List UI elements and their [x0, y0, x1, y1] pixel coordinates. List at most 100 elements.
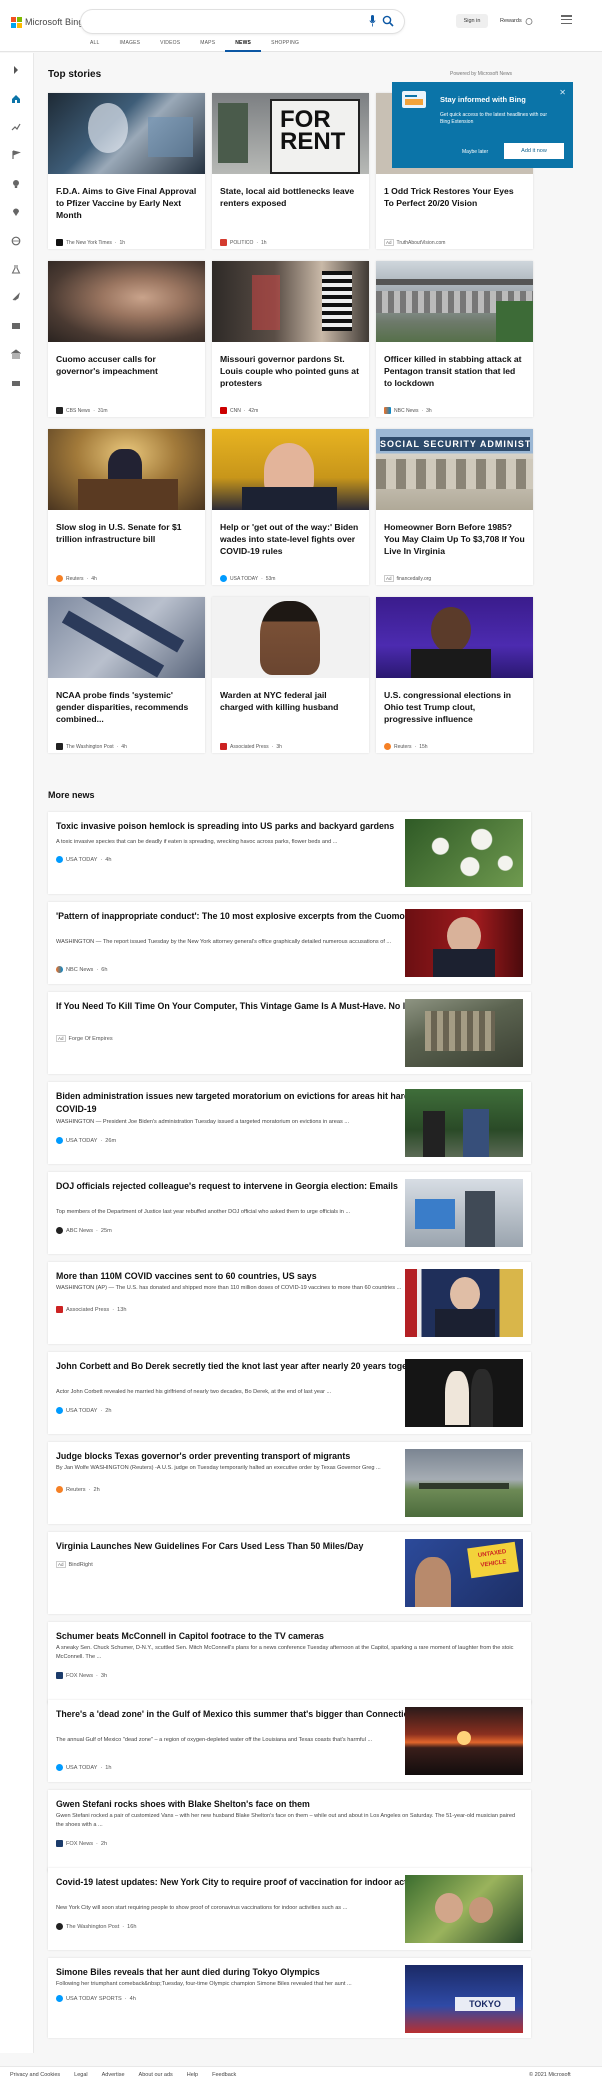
news-image	[405, 1089, 523, 1157]
footer-link-legal[interactable]: Legal	[74, 2072, 87, 2078]
news-item[interactable]: There's a 'dead zone' in the Gulf of Mex…	[48, 1700, 531, 1782]
story-card[interactable]: Slow slog in U.S. Senate for $1 trillion…	[48, 429, 205, 585]
story-source: Ad financedaily.org	[384, 575, 431, 582]
science-icon[interactable]	[11, 264, 21, 274]
story-image	[212, 429, 369, 510]
money-icon[interactable]	[11, 378, 21, 388]
news-item[interactable]: DOJ officials rejected colleague's reque…	[48, 1172, 531, 1254]
story-card[interactable]: Officer killed in stabbing attack at Pen…	[376, 261, 533, 417]
story-time: 15h	[419, 743, 428, 750]
tab-shopping[interactable]: SHOPPING	[261, 40, 309, 52]
news-item[interactable]: Covid-19 latest updates: New York City t…	[48, 1868, 531, 1950]
rewards-medal-icon	[525, 18, 533, 25]
popup-title: Stay informed with Bing	[440, 95, 526, 104]
tab-videos[interactable]: VIDEOS	[150, 40, 190, 52]
source-name: Reuters	[66, 575, 84, 582]
home-icon[interactable]	[11, 94, 21, 104]
news-item[interactable]: Gwen Stefani rocks shoes with Blake Shel…	[48, 1790, 531, 1872]
maybe-later-button[interactable]: Maybe later	[462, 149, 488, 155]
close-icon[interactable]: ✕	[559, 88, 566, 97]
news-item[interactable]: Simone Biles reveals that her aunt died …	[48, 1958, 531, 2038]
news-image	[405, 1449, 523, 1517]
search-input[interactable]	[81, 10, 404, 33]
tab-maps[interactable]: MAPS	[190, 40, 225, 52]
tab-all[interactable]: ALL	[80, 40, 110, 52]
news-item[interactable]: Virginia Launches New Guidelines For Car…	[48, 1532, 531, 1614]
business-icon[interactable]	[11, 349, 21, 359]
story-card[interactable]: SOCIAL SECURITY ADMINISTRATION Homeowner…	[376, 429, 533, 585]
rewards-button[interactable]: Rewards	[500, 14, 533, 28]
story-time: 53m	[265, 575, 276, 582]
news-item[interactable]: Toxic invasive poison hemlock is spreadi…	[48, 812, 531, 894]
trending-icon[interactable]	[11, 122, 21, 132]
flag-icon[interactable]	[11, 150, 21, 160]
news-snippet: WASHINGTON (AP) — The U.S. has donated a…	[56, 1285, 402, 1291]
news-title: Gwen Stefani rocks shoes with Blake Shel…	[56, 1799, 310, 1809]
story-title: F.D.A. Aims to Give Final Approval to Pf…	[56, 186, 197, 220]
footer-link-help[interactable]: Help	[187, 2072, 198, 2078]
source-name: ABC News	[66, 1227, 94, 1234]
microsoft-logo-icon	[11, 16, 22, 28]
story-card[interactable]: Cuomo accuser calls for governor's impea…	[48, 261, 205, 417]
story-card[interactable]: Help or 'get out of the way:' Biden wade…	[212, 429, 369, 585]
news-item[interactable]: Biden administration issues new targeted…	[48, 1082, 531, 1164]
globe-icon[interactable]	[11, 236, 21, 246]
story-title: Officer killed in stabbing attack at Pen…	[384, 354, 522, 388]
location-pin-icon[interactable]	[11, 207, 21, 217]
news-item[interactable]: Judge blocks Texas governor's order prev…	[48, 1442, 531, 1524]
news-source: USA TODAY · 2h	[56, 1407, 112, 1414]
source-name: FOX News	[66, 1672, 94, 1679]
expand-arrow-icon[interactable]	[11, 65, 21, 75]
copyright: © 2021 Microsoft	[529, 2072, 571, 2078]
story-card[interactable]: F.D.A. Aims to Give Final Approval to Pf…	[48, 93, 205, 249]
category-rail	[0, 53, 34, 2053]
microphone-icon[interactable]	[369, 15, 376, 27]
news-item[interactable]: John Corbett and Bo Derek secretly tied …	[48, 1352, 531, 1434]
news-source: The Washington Post · 16h	[56, 1923, 137, 1930]
footer-link-feedback[interactable]: Feedback	[212, 2072, 236, 2078]
news-title: If You Need To Kill Time On Your Compute…	[56, 1001, 431, 1011]
news-time: 1h	[105, 1764, 112, 1771]
news-title: Toxic invasive poison hemlock is spreadi…	[56, 821, 395, 831]
news-title: Biden administration issues new targeted…	[56, 1091, 435, 1114]
news-source: Reuters · 2h	[56, 1486, 100, 1493]
story-card[interactable]: NCAA probe finds 'systemic' gender dispa…	[48, 597, 205, 753]
bing-logo[interactable]: Microsoft Bing	[11, 15, 83, 29]
lightbulb-icon[interactable]	[11, 179, 21, 189]
footer-link-about-ads[interactable]: About our ads	[139, 2072, 173, 2078]
news-title: 'Pattern of inappropriate conduct': The …	[56, 911, 433, 921]
source-name: USA TODAY	[66, 856, 98, 863]
publisher-icon	[56, 239, 63, 246]
news-source: Ad BindRight	[56, 1561, 93, 1568]
story-image	[48, 597, 205, 678]
publisher-icon	[56, 1995, 63, 2002]
footer-link-privacy[interactable]: Privacy and Cookies	[10, 2072, 60, 2078]
search-icon[interactable]	[382, 15, 394, 27]
rocket-icon[interactable]	[11, 292, 21, 302]
news-item[interactable]: If You Need To Kill Time On Your Compute…	[48, 992, 531, 1074]
footer-link-advertise[interactable]: Advertise	[102, 2072, 125, 2078]
source-name: The Washington Post	[66, 743, 114, 750]
news-image: UNTAXED VEHICLE	[405, 1539, 523, 1607]
news-item[interactable]: More than 110M COVID vaccines sent to 60…	[48, 1262, 531, 1344]
news-source: Associated Press · 13h	[56, 1306, 126, 1313]
news-snippet: The annual Gulf of Mexico "dead zone" – …	[56, 1737, 373, 1743]
news-item[interactable]: Schumer beats McConnell in Capitol footr…	[48, 1622, 531, 1704]
story-card[interactable]: Missouri governor pardons St. Louis coup…	[212, 261, 369, 417]
menu-icon[interactable]	[561, 15, 572, 24]
news-title: Schumer beats McConnell in Capitol footr…	[56, 1631, 324, 1641]
story-card[interactable]: FOR RENT State, local aid bottlenecks lea…	[212, 93, 369, 249]
news-item[interactable]: 'Pattern of inappropriate conduct': The …	[48, 902, 531, 984]
story-card[interactable]: U.S. congressional elections in Ohio tes…	[376, 597, 533, 753]
sign-in-button[interactable]: Sign in	[456, 14, 488, 28]
tab-images[interactable]: IMAGES	[110, 40, 151, 52]
publisher-icon	[384, 743, 391, 750]
tab-news[interactable]: NEWS	[225, 40, 262, 52]
news-title: Covid-19 latest updates: New York City t…	[56, 1877, 433, 1887]
brand-name: Microsoft Bing	[25, 17, 84, 27]
add-extension-button[interactable]: Add it now	[504, 143, 564, 159]
story-card[interactable]: Warden at NYC federal jail charged with …	[212, 597, 369, 753]
news-time: 3h	[100, 1672, 108, 1679]
entertainment-icon[interactable]	[11, 321, 21, 331]
top-stories-heading: Top stories	[48, 69, 102, 80]
